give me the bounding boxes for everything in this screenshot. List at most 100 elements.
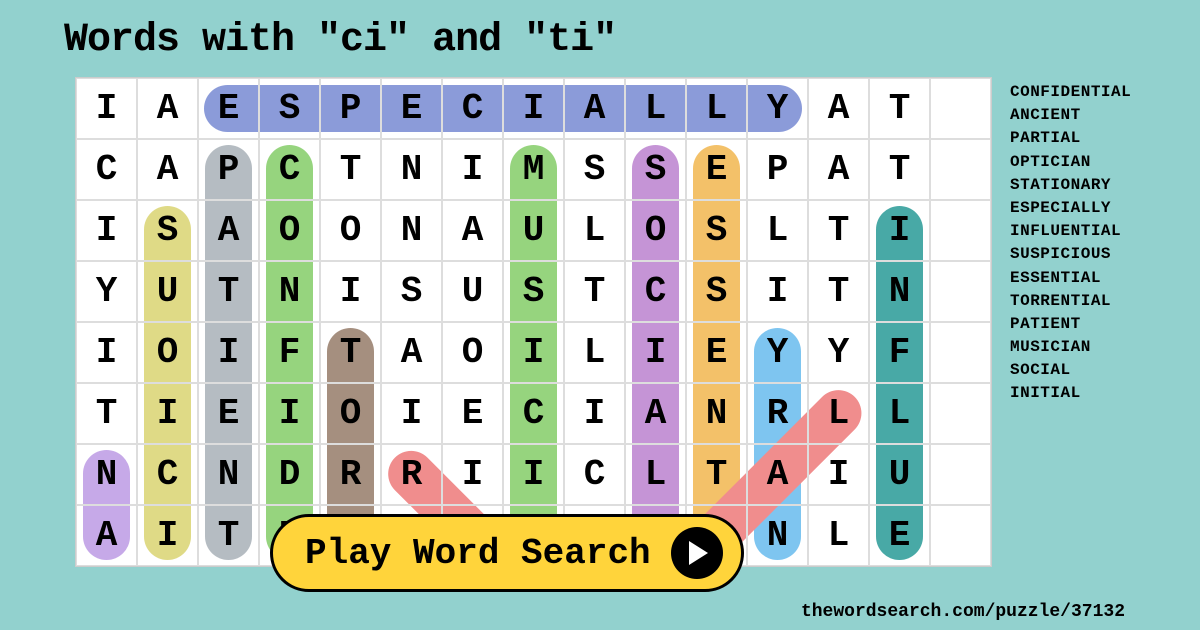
- grid-cell[interactable]: [930, 505, 991, 566]
- grid-cell[interactable]: E: [381, 78, 442, 139]
- grid-cell[interactable]: A: [137, 78, 198, 139]
- grid-cell[interactable]: I: [442, 139, 503, 200]
- grid-cell[interactable]: F: [259, 322, 320, 383]
- grid-cell[interactable]: N: [381, 200, 442, 261]
- grid-cell[interactable]: I: [625, 322, 686, 383]
- grid-cell[interactable]: T: [808, 261, 869, 322]
- grid-cell[interactable]: [930, 139, 991, 200]
- grid-cell[interactable]: I: [76, 78, 137, 139]
- grid-cell[interactable]: [930, 444, 991, 505]
- grid-cell[interactable]: L: [564, 200, 625, 261]
- grid-cell[interactable]: C: [625, 261, 686, 322]
- grid-cell[interactable]: T: [198, 261, 259, 322]
- grid-cell[interactable]: P: [198, 139, 259, 200]
- grid-cell[interactable]: O: [625, 200, 686, 261]
- grid-cell[interactable]: E: [198, 78, 259, 139]
- grid-cell[interactable]: U: [137, 261, 198, 322]
- grid-cell[interactable]: L: [686, 78, 747, 139]
- grid-cell[interactable]: U: [442, 261, 503, 322]
- grid-cell[interactable]: Y: [76, 261, 137, 322]
- grid-cell[interactable]: F: [869, 322, 930, 383]
- grid-cell[interactable]: T: [869, 139, 930, 200]
- grid-cell[interactable]: C: [503, 383, 564, 444]
- grid-cell[interactable]: A: [625, 383, 686, 444]
- grid-cell[interactable]: R: [381, 444, 442, 505]
- grid-cell[interactable]: C: [137, 444, 198, 505]
- grid-cell[interactable]: O: [442, 322, 503, 383]
- grid-cell[interactable]: T: [320, 139, 381, 200]
- grid-cell[interactable]: A: [198, 200, 259, 261]
- grid-cell[interactable]: L: [808, 383, 869, 444]
- grid-cell[interactable]: L: [869, 383, 930, 444]
- grid-cell[interactable]: C: [564, 444, 625, 505]
- grid-cell[interactable]: S: [503, 261, 564, 322]
- grid-cell[interactable]: N: [381, 139, 442, 200]
- grid-cell[interactable]: O: [259, 200, 320, 261]
- grid-cell[interactable]: S: [137, 200, 198, 261]
- grid-cell[interactable]: D: [259, 444, 320, 505]
- grid-cell[interactable]: A: [76, 505, 137, 566]
- grid-cell[interactable]: T: [869, 78, 930, 139]
- grid-cell[interactable]: I: [198, 322, 259, 383]
- grid-cell[interactable]: [930, 200, 991, 261]
- grid-cell[interactable]: T: [320, 322, 381, 383]
- grid-cell[interactable]: L: [747, 200, 808, 261]
- grid-cell[interactable]: T: [76, 383, 137, 444]
- grid-cell[interactable]: E: [686, 322, 747, 383]
- grid-cell[interactable]: S: [686, 200, 747, 261]
- grid-cell[interactable]: T: [564, 261, 625, 322]
- grid-cell[interactable]: P: [747, 139, 808, 200]
- grid-cell[interactable]: S: [259, 78, 320, 139]
- grid-cell[interactable]: I: [76, 200, 137, 261]
- grid-cell[interactable]: C: [442, 78, 503, 139]
- grid-cell[interactable]: I: [747, 261, 808, 322]
- grid-cell[interactable]: N: [259, 261, 320, 322]
- grid-cell[interactable]: I: [137, 383, 198, 444]
- grid-cell[interactable]: I: [808, 444, 869, 505]
- grid-cell[interactable]: E: [686, 139, 747, 200]
- grid-cell[interactable]: M: [503, 139, 564, 200]
- grid-cell[interactable]: T: [808, 200, 869, 261]
- grid-cell[interactable]: [930, 383, 991, 444]
- play-word-search-button[interactable]: Play Word Search: [270, 514, 744, 592]
- grid-cell[interactable]: Y: [747, 78, 808, 139]
- grid-cell[interactable]: E: [442, 383, 503, 444]
- grid-cell[interactable]: S: [686, 261, 747, 322]
- grid-cell[interactable]: P: [320, 78, 381, 139]
- grid-cell[interactable]: S: [381, 261, 442, 322]
- grid-cell[interactable]: I: [76, 322, 137, 383]
- grid-cell[interactable]: N: [198, 444, 259, 505]
- grid-cell[interactable]: O: [320, 383, 381, 444]
- grid-cell[interactable]: N: [747, 505, 808, 566]
- grid-cell[interactable]: [930, 322, 991, 383]
- grid-cell[interactable]: O: [320, 200, 381, 261]
- grid-cell[interactable]: A: [808, 78, 869, 139]
- grid-cell[interactable]: L: [808, 505, 869, 566]
- grid-cell[interactable]: N: [686, 383, 747, 444]
- grid-cell[interactable]: A: [381, 322, 442, 383]
- grid-cell[interactable]: T: [198, 505, 259, 566]
- grid-cell[interactable]: R: [320, 444, 381, 505]
- grid-cell[interactable]: A: [564, 78, 625, 139]
- grid-cell[interactable]: I: [503, 322, 564, 383]
- grid-cell[interactable]: A: [442, 200, 503, 261]
- grid-cell[interactable]: Y: [747, 322, 808, 383]
- grid-cell[interactable]: E: [869, 505, 930, 566]
- grid-cell[interactable]: N: [869, 261, 930, 322]
- grid-cell[interactable]: I: [442, 444, 503, 505]
- grid-cell[interactable]: O: [137, 322, 198, 383]
- grid-cell[interactable]: I: [503, 78, 564, 139]
- grid-cell[interactable]: C: [76, 139, 137, 200]
- grid-cell[interactable]: S: [564, 139, 625, 200]
- grid-cell[interactable]: [930, 78, 991, 139]
- grid-cell[interactable]: A: [808, 139, 869, 200]
- grid-cell[interactable]: Y: [808, 322, 869, 383]
- grid-cell[interactable]: U: [869, 444, 930, 505]
- grid-cell[interactable]: I: [137, 505, 198, 566]
- grid-cell[interactable]: I: [869, 200, 930, 261]
- grid-cell[interactable]: I: [503, 444, 564, 505]
- puzzle-grid[interactable]: IAESPECIALLYAT CAPCTNIMSSEPAT ISAOONAULO…: [76, 78, 991, 566]
- grid-cell[interactable]: E: [198, 383, 259, 444]
- grid-cell[interactable]: T: [686, 444, 747, 505]
- grid-cell[interactable]: A: [747, 444, 808, 505]
